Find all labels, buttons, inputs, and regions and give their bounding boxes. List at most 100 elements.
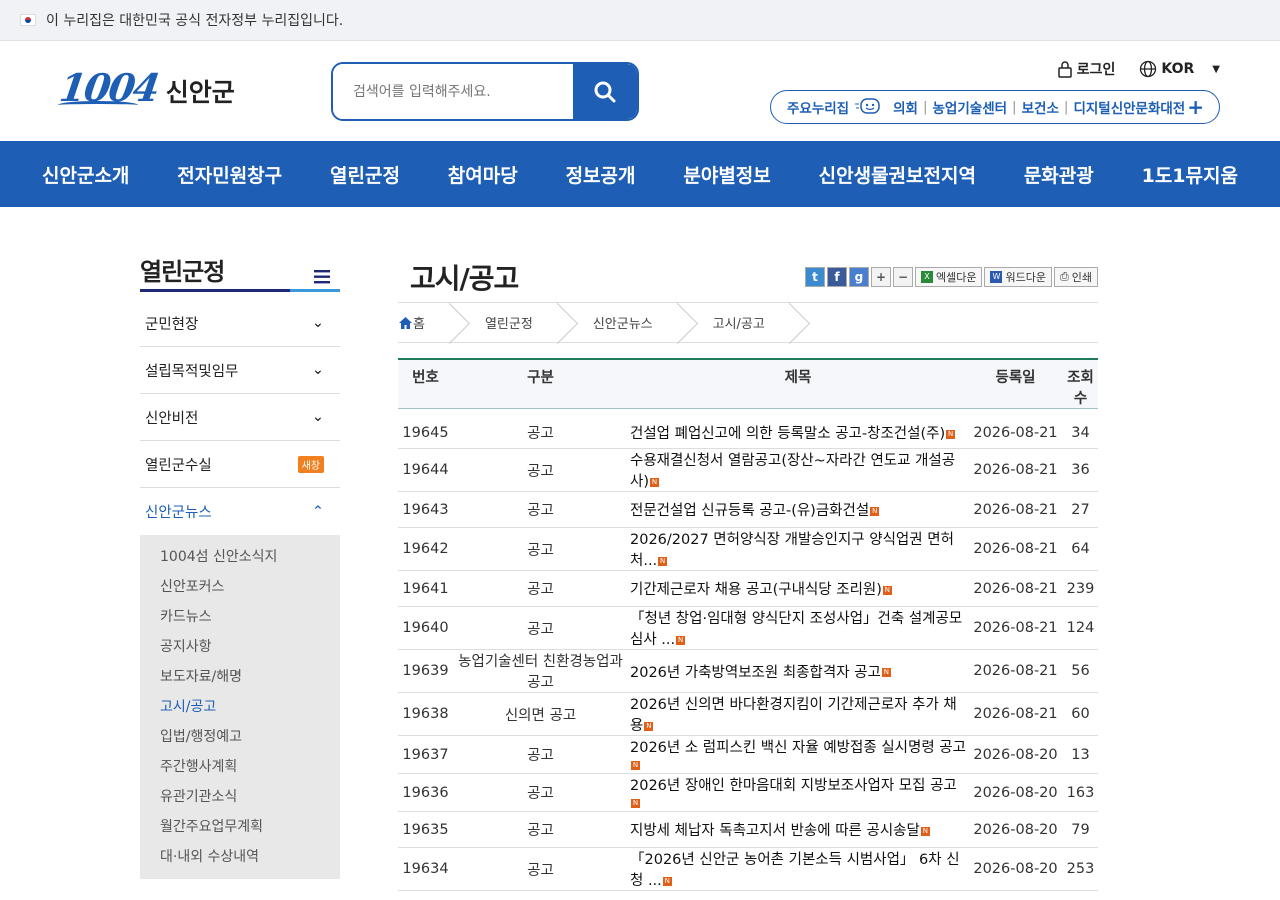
login-link[interactable]: 로그인 [1057, 59, 1116, 79]
submenu-item[interactable]: 1004섬 신안소식지 [160, 541, 340, 571]
post-date: 2026-08-20 [968, 847, 1063, 891]
table-row[interactable]: 19637 공고 2026년 소 럼피스킨 백신 자율 예방접종 실시명령 공고N 2… [398, 735, 1098, 774]
nav-item[interactable]: 1도1뮤지움 [1142, 161, 1238, 188]
nav-item[interactable]: 신안군소개 [42, 161, 129, 188]
table-row[interactable]: 19645 공고 건설업 폐업신고에 의한 등록말소 공고-창조건설(주) N 2026… [398, 408, 1098, 449]
post-title[interactable]: 2026년 가축방역보조원 최종합격자 공고 N [628, 649, 968, 693]
table-row[interactable]: 19635 공고 지방세 체납자 독촉고지서 반송에 따른 공시송달 N 2026-08… [398, 811, 1098, 848]
post-title[interactable]: 기간제근로자 채용 공고(구내식당 조리원) N [628, 570, 968, 607]
language-select[interactable]: KOR ▼ [1139, 60, 1220, 78]
submenu-item[interactable]: 입법/행정예고 [160, 721, 340, 751]
nav-item[interactable]: 신안생물권보전지역 [819, 161, 976, 188]
post-title-text[interactable]: 2026/2027 면허양식장 개발승인지구 양식업권 면허 처... [630, 532, 954, 569]
facebook-icon[interactable]: f [826, 267, 847, 287]
submenu-item[interactable]: 카드뉴스 [160, 601, 340, 631]
post-title[interactable]: 2026/2027 면허양식장 개발승인지구 양식업권 면허 처... N [628, 527, 968, 571]
gov-banner: 이 누리집은 대한민국 공식 전자정부 누리집입니다. [0, 0, 1280, 41]
submenu-item-current[interactable]: 고시/공고 [160, 691, 340, 721]
table-row[interactable]: 19644 공고 수용재결신청서 열람공고(장산~자라간 연도교 개설공사) N 202… [398, 448, 1098, 492]
post-title-text[interactable]: 2026년 신의면 바다환경지킴이 기간제근로자 추가 채용 [630, 697, 957, 734]
post-title-text[interactable]: 2026년 소 럼피스킨 백신 자율 예방접종 실시명령 공고 [630, 740, 966, 756]
side-menu-item[interactable]: 군민현장 ⌄ [140, 300, 340, 347]
post-title[interactable]: 2026년 소 럼피스킨 백신 자율 예방접종 실시명령 공고 N [628, 735, 968, 774]
chevron-down-icon: ⌄ [311, 409, 324, 425]
table-row[interactable]: 19639 농업기술센터 친환경농업과 공고 2026년 가축방역보조원 최종합격자… [398, 649, 1098, 693]
submenu-item[interactable]: 보도자료/해명 [160, 661, 340, 691]
table-row[interactable]: 19640 공고 「청년 창업·임대형 양식단지 조성사업」건축 설계공모 심사 .… [398, 606, 1098, 650]
zoom-in-icon[interactable]: + [870, 267, 891, 287]
hamburger-icon[interactable] [314, 268, 332, 286]
excel-download-button[interactable]: X 엑셀다운 [914, 267, 983, 287]
post-title[interactable]: 2026년 장애인 한마음대회 지방보조사업자 모집 공고 N [628, 773, 968, 812]
table-row[interactable]: 19643 공고 전문건설업 신규등록 공고-(유)금화건설 N 2026-08-21 2… [398, 491, 1098, 528]
side-menu-item[interactable]: 신안비전 ⌄ [140, 394, 340, 441]
word-download-button[interactable]: W 워드다운 [984, 267, 1052, 287]
submenu-item[interactable]: 월간주요업무계획 [160, 811, 340, 841]
quick-link-culture[interactable]: 디지털신안문화대전 [1073, 97, 1185, 117]
breadcrumb-item[interactable]: 고시/공고 [713, 303, 765, 342]
side-menu-item-active[interactable]: 신안군뉴스 ⌃ [140, 488, 340, 535]
side-menu-title: 열린군정 [140, 258, 225, 286]
new-post-icon: N [658, 556, 668, 566]
nav-item[interactable]: 분야별정보 [683, 161, 770, 188]
nav-item[interactable]: 정보공개 [566, 161, 636, 188]
post-category: 공고 [453, 735, 628, 774]
quick-link-council[interactable]: 의회 [893, 97, 918, 117]
plus-icon[interactable]: + [1187, 97, 1204, 117]
zoom-out-icon[interactable]: − [892, 267, 913, 287]
post-title[interactable]: 2026년 신의면 바다환경지킴이 기간제근로자 추가 채용 N [628, 692, 968, 736]
submenu-item[interactable]: 대·내외 수상내역 [160, 841, 340, 871]
post-title[interactable]: 지방세 체납자 독촉고지서 반송에 따른 공시송달 N [628, 811, 968, 848]
side-menu-item[interactable]: 열린군수실 새창 [140, 441, 340, 488]
nav-item[interactable]: 전자민원창구 [177, 161, 282, 188]
post-title-text[interactable]: 2026년 가축방역보조원 최종합격자 공고 [630, 665, 881, 681]
search-input[interactable] [333, 64, 573, 119]
table-row[interactable]: 19638 신의면 공고 2026년 신의면 바다환경지킴이 기간제근로자 추가 채… [398, 692, 1098, 736]
post-title[interactable]: 수용재결신청서 열람공고(장산~자라간 연도교 개설공사) N [628, 448, 968, 492]
side-menu-item[interactable]: 설립목적및임무 ⌄ [140, 347, 340, 394]
quick-link-agri[interactable]: 농업기술센터 [933, 97, 1008, 117]
submenu-item[interactable]: 주간행사계획 [160, 751, 340, 781]
post-title[interactable]: 「청년 창업·임대형 양식단지 조성사업」건축 설계공모 심사 ... N [628, 606, 968, 650]
post-title-text[interactable]: 2026년 장애인 한마음대회 지방보조사업자 모집 공고 [630, 778, 957, 794]
post-date: 2026-08-21 [968, 606, 1063, 650]
post-category: 공고 [453, 847, 628, 891]
logo-text: 신안군 [165, 77, 235, 107]
breadcrumb-item[interactable]: 열린군정 [485, 303, 533, 342]
excel-label: 엑셀다운 [935, 271, 977, 284]
submenu-item[interactable]: 신안포커스 [160, 571, 340, 601]
submenu-item[interactable]: 공지사항 [160, 631, 340, 661]
submenu-item[interactable]: 유관기관소식 [160, 781, 340, 811]
header: 1004 신안군 로그인 KOR ▼ 주요누리집 의회| 농업기술센터| 보건소… [0, 41, 1280, 141]
search-button[interactable] [573, 64, 637, 119]
post-title-text[interactable]: 「2026년 신안군 농어촌 기본소득 시범사업」 6차 신청 ... [630, 852, 960, 889]
table-row[interactable]: 19634 공고 「2026년 신안군 농어촌 기본소득 시범사업」 6차 신청 .… [398, 847, 1098, 891]
post-number: 19639 [398, 649, 453, 693]
table-row[interactable]: 19636 공고 2026년 장애인 한마음대회 지방보조사업자 모집 공고N 202… [398, 773, 1098, 812]
nav-item[interactable]: 문화관광 [1024, 161, 1094, 188]
nav-item[interactable]: 열린군정 [330, 161, 400, 188]
language-label: KOR [1161, 61, 1195, 77]
print-button[interactable]: ⎙ 인쇄 [1053, 267, 1098, 287]
login-label: 로그인 [1076, 62, 1116, 78]
table-row[interactable]: 19641 공고 기간제근로자 채용 공고(구내식당 조리원) N 2026-08-21… [398, 570, 1098, 607]
post-category: 공고 [453, 448, 628, 492]
breadcrumb-home[interactable]: 홈 [398, 303, 425, 342]
post-title[interactable]: 전문건설업 신규등록 공고-(유)금화건설 N [628, 491, 968, 528]
google-icon[interactable]: g [848, 267, 869, 287]
post-title-text[interactable]: 지방세 체납자 독촉고지서 반송에 따른 공시송달 [630, 823, 920, 839]
twitter-icon[interactable]: t [804, 267, 825, 287]
post-title-text[interactable]: 건설업 폐업신고에 의한 등록말소 공고-창조건설(주) [630, 426, 945, 442]
post-title-text[interactable]: 전문건설업 신규등록 공고-(유)금화건설 [630, 503, 869, 519]
table-row[interactable]: 19642 공고 2026/2027 면허양식장 개발승인지구 양식업권 면허 처.… [398, 527, 1098, 571]
logo[interactable]: 1004 신안군 [57, 65, 235, 110]
post-title[interactable]: 건설업 폐업신고에 의한 등록말소 공고-창조건설(주) N [628, 408, 968, 449]
post-title[interactable]: 「2026년 신안군 농어촌 기본소득 시범사업」 6차 신청 ... N [628, 847, 968, 891]
breadcrumb-item[interactable]: 신안군뉴스 [593, 303, 653, 342]
post-title-text[interactable]: 수용재결신청서 열람공고(장산~자라간 연도교 개설공사) [630, 453, 955, 490]
nav-item[interactable]: 참여마당 [448, 161, 518, 188]
post-title-text[interactable]: 기간제근로자 채용 공고(구내식당 조리원) [630, 582, 882, 598]
post-number: 19638 [398, 692, 453, 736]
side-menu-label: 열린군수실 [145, 457, 212, 474]
quick-link-health[interactable]: 보건소 [1022, 97, 1059, 117]
